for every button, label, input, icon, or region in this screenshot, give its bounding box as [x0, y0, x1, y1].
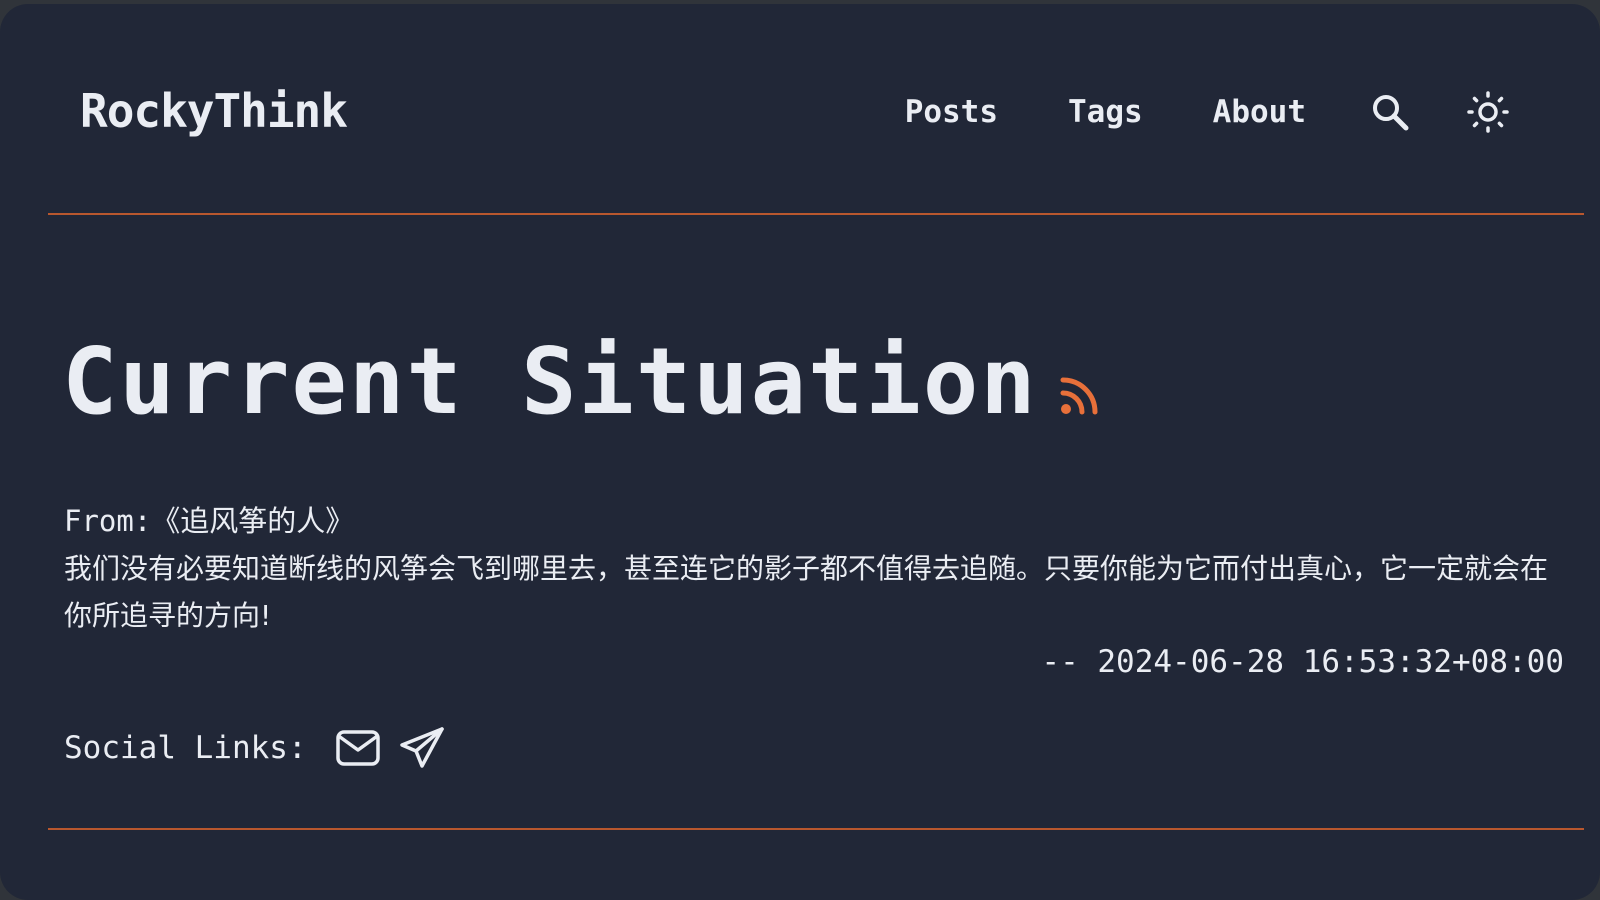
- theme-toggle-button[interactable]: [1466, 90, 1510, 134]
- rss-feed-link[interactable]: [1060, 375, 1100, 419]
- header-divider: [48, 213, 1584, 215]
- telegram-link[interactable]: [399, 726, 445, 770]
- quote-block: From:《追风筝的人》 我们没有必要知道断线的风筝会飞到哪里去，甚至连它的影子…: [64, 498, 1564, 686]
- rss-icon: [1060, 377, 1098, 415]
- title-row: Current Situation: [62, 328, 1100, 435]
- social-links: Social Links:: [64, 726, 445, 770]
- mail-icon: [335, 730, 380, 766]
- search-button[interactable]: [1370, 92, 1410, 132]
- site-logo[interactable]: RockyThink: [80, 84, 348, 138]
- mail-link[interactable]: [335, 728, 381, 768]
- quote-source: From:《追风筝的人》: [64, 504, 355, 538]
- page-window: RockyThink Posts Tags About Current Situ…: [0, 4, 1600, 900]
- search-icon: [1373, 95, 1409, 131]
- quote-text: 我们没有必要知道断线的风筝会飞到哪里去，甚至连它的影子都不值得去追随。只要你能为…: [64, 552, 1549, 632]
- nav-posts[interactable]: Posts: [905, 94, 998, 130]
- page-title: Current Situation: [62, 328, 1038, 435]
- social-links-label: Social Links:: [64, 730, 307, 766]
- footer-divider: [48, 828, 1584, 830]
- telegram-icon: [399, 727, 444, 768]
- main-nav: Posts Tags About: [905, 90, 1510, 134]
- nav-about[interactable]: About: [1213, 94, 1306, 130]
- quote-date: -- 2024-06-28 16:53:32+08:00: [1041, 644, 1564, 680]
- sun-icon: [1467, 91, 1509, 133]
- nav-tags[interactable]: Tags: [1068, 94, 1143, 130]
